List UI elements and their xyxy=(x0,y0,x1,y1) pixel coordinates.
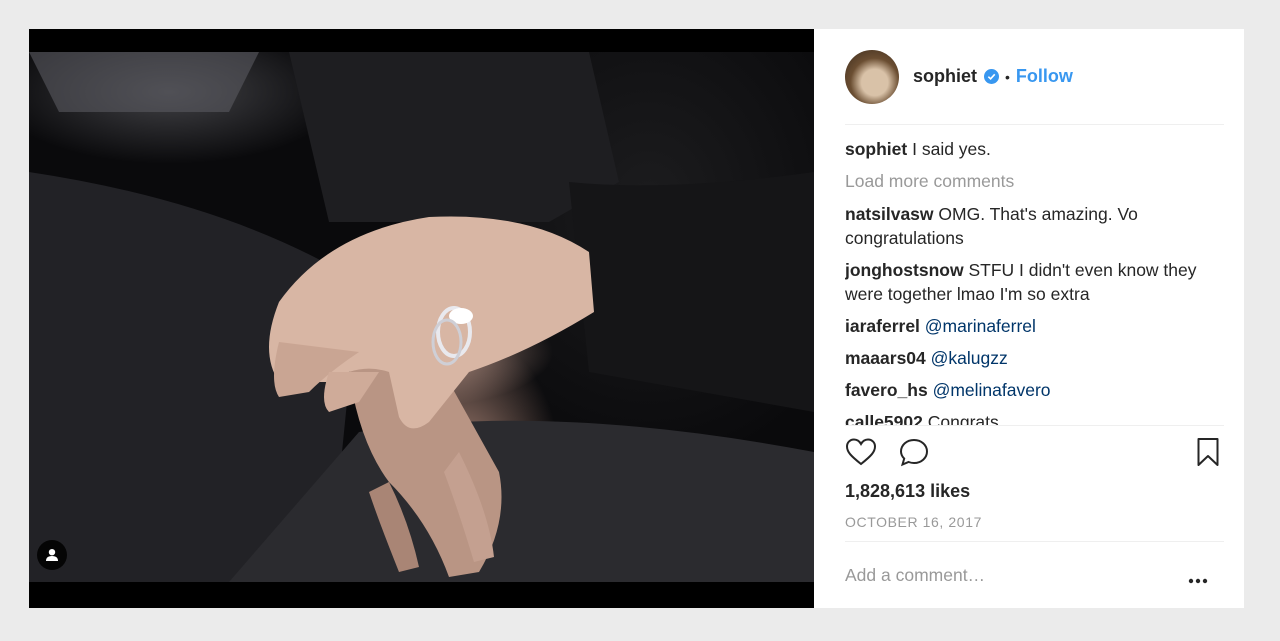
like-count[interactable]: 1,828,613 likes xyxy=(845,481,970,502)
caption: sophiet I said yes. xyxy=(845,137,1224,161)
list-item: maaars04 @kalugzz xyxy=(845,346,1224,370)
comment-mention-link[interactable]: @melinafavero xyxy=(933,380,1051,400)
comment-text: Congrats xyxy=(927,412,999,425)
post-media[interactable] xyxy=(29,29,814,608)
avatar[interactable] xyxy=(845,49,899,104)
comment-username[interactable]: maaars04 xyxy=(845,348,926,368)
comment-username[interactable]: calle5902 xyxy=(845,412,923,425)
footer-divider xyxy=(845,541,1224,542)
comment-input[interactable]: Add a comment… xyxy=(845,565,985,586)
list-item: iaraferrel @marinaferrel xyxy=(845,314,1224,338)
follow-button[interactable]: Follow xyxy=(1016,66,1073,87)
post-photo[interactable] xyxy=(29,52,814,582)
caption-username[interactable]: sophiet xyxy=(845,139,907,159)
comment-username[interactable]: favero_hs xyxy=(845,380,928,400)
separator-dot: • xyxy=(1005,68,1010,85)
comment-bubble-icon[interactable] xyxy=(899,437,931,472)
comments-divider xyxy=(845,425,1224,426)
post-sidebar: sophiet • Follow sophiet I said yes. Loa… xyxy=(814,29,1244,608)
list-item: natsilvasw OMG. That's amazing. Vo congr… xyxy=(845,202,1224,250)
heart-icon[interactable] xyxy=(845,437,877,472)
comment-username[interactable]: natsilvasw xyxy=(845,204,934,224)
comments-list[interactable]: sophiet I said yes. Load more comments n… xyxy=(845,137,1224,425)
caption-text: I said yes. xyxy=(912,139,991,159)
person-tag-icon[interactable] xyxy=(37,540,67,570)
comment-mention-link[interactable]: @marinaferrel xyxy=(925,316,1036,336)
comment-username[interactable]: jonghostsnow xyxy=(845,260,964,280)
list-item: jonghostsnow STFU I didn't even know the… xyxy=(845,258,1224,306)
photo-illustration xyxy=(29,52,814,582)
list-item: calle5902 Congrats xyxy=(845,410,1224,425)
load-more-comments-button[interactable]: Load more comments xyxy=(845,169,1224,193)
comment-mention-link[interactable]: @kalugzz xyxy=(931,348,1008,368)
post-card: sophiet • Follow sophiet I said yes. Loa… xyxy=(29,29,1244,608)
post-date[interactable]: OCTOBER 16, 2017 xyxy=(845,514,982,530)
ellipsis-icon[interactable] xyxy=(1188,571,1208,589)
verified-badge-icon xyxy=(984,69,1000,84)
author-username[interactable]: sophiet xyxy=(913,66,977,87)
post-header: sophiet • Follow xyxy=(814,29,1244,124)
comment-username[interactable]: iaraferrel xyxy=(845,316,920,336)
header-divider xyxy=(845,124,1224,125)
action-bar xyxy=(845,437,1224,473)
list-item: favero_hs @melinafavero xyxy=(845,378,1224,402)
bookmark-icon[interactable] xyxy=(1196,437,1220,472)
